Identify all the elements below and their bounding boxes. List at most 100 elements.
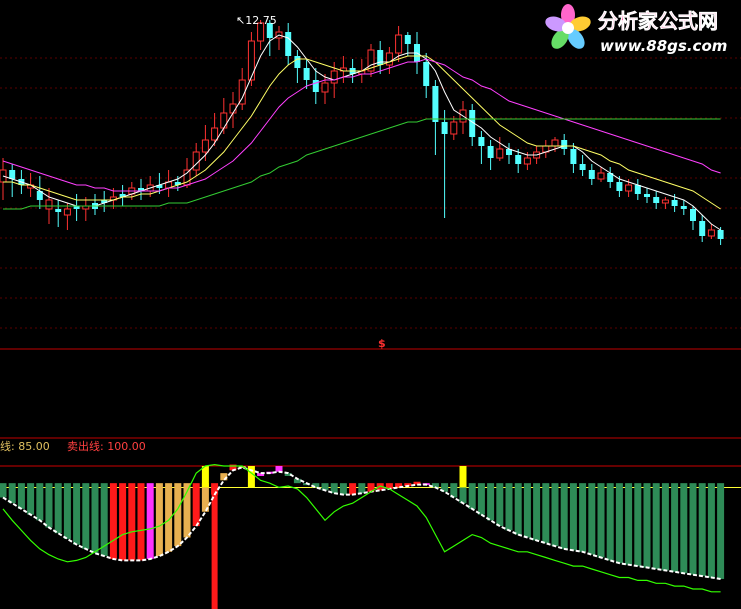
hist-bar-39 (358, 483, 366, 494)
hist-bar-58 (533, 483, 541, 541)
watermark-logo: 分析家公式网 www.88gs.com (545, 4, 727, 55)
candle-body-49 (450, 121, 458, 135)
candle-52 (478, 131, 485, 164)
watermark-url: www.88gs.com (600, 37, 727, 55)
candle-66 (607, 167, 614, 188)
candle-body-31 (285, 32, 292, 56)
hist-bar-55 (505, 483, 513, 531)
candle-body-60 (551, 139, 559, 147)
hist-bar-63 (579, 483, 587, 552)
ma-line-3 (3, 118, 721, 210)
candle-body-78 (717, 230, 724, 239)
peak-price-label: 12.75 (245, 14, 277, 27)
candle-body-64 (588, 170, 595, 179)
hist-bar-64 (588, 483, 596, 555)
peak-arrow-icon: ↖ (236, 14, 246, 27)
candle-55 (506, 143, 512, 164)
hist-bar-38 (349, 483, 357, 495)
hist-bar-35 (321, 483, 329, 491)
candle-48 (441, 110, 448, 218)
hist-bar-15 (137, 483, 145, 561)
candle-body-1 (9, 170, 16, 179)
hist-bar-14 (128, 483, 136, 561)
hist-bar-59 (542, 483, 550, 544)
candle-body-22 (201, 139, 209, 153)
candle-body-5 (45, 199, 53, 210)
candle-body-72 (661, 199, 669, 204)
candle-34 (312, 68, 319, 104)
hist-bar-5 (45, 483, 53, 528)
signal-bar-0 (201, 466, 209, 488)
hist-bar-60 (551, 483, 559, 547)
stock-chart (0, 20, 741, 609)
candle-18 (165, 170, 173, 197)
hist-bar-76 (698, 483, 706, 577)
hist-bar-51 (468, 483, 476, 509)
hist-bar-19 (174, 483, 182, 547)
hist-bar-7 (63, 483, 71, 539)
candle-59 (542, 140, 550, 158)
hist-bar-57 (523, 483, 531, 538)
hist-bar-56 (514, 483, 522, 535)
candle-33 (303, 59, 310, 89)
candle-51 (469, 104, 476, 146)
candle-53 (487, 140, 494, 170)
candle-31 (285, 23, 292, 65)
hist-bar-16 (146, 483, 154, 559)
candle-body-21 (192, 151, 200, 171)
hist-bar-10 (91, 483, 99, 554)
candle-body-7 (63, 208, 71, 216)
hist-bar-1 (8, 483, 16, 504)
candle-body-25 (229, 103, 237, 114)
candle-10 (92, 194, 98, 215)
hist-bar-53 (487, 483, 495, 521)
candle-64 (588, 164, 595, 185)
hist-bar-0 (0, 483, 7, 498)
candle-body-70 (644, 194, 650, 197)
candle-body-23 (211, 127, 219, 141)
candle-43 (395, 26, 403, 62)
sell-line-label: 卖出线: 100.00 (67, 440, 146, 453)
candle-13 (119, 185, 126, 206)
candle-72 (661, 197, 669, 209)
buy-line-label: 线: 85.00 (0, 440, 50, 453)
peak-price-annotation: ↖12.75 (236, 15, 277, 27)
candle-body-24 (220, 112, 228, 129)
candle-77 (707, 224, 715, 239)
hist-bar-17 (155, 483, 163, 557)
candle-0 (0, 158, 7, 200)
hist-bar-9 (82, 483, 90, 549)
hist-bar-74 (680, 483, 688, 574)
candle-body-48 (441, 122, 448, 134)
hist-bar-37 (339, 483, 347, 495)
hist-bar-65 (597, 483, 605, 558)
signal-bar-1 (247, 466, 255, 488)
candle-30 (275, 26, 283, 50)
candle-71 (653, 191, 660, 209)
hist-bar-2 (17, 483, 25, 509)
candle-69 (634, 179, 641, 200)
candle-body-69 (634, 185, 641, 194)
hist-bar-8 (73, 483, 81, 545)
candle-37 (339, 56, 347, 83)
hist-bar-69 (634, 483, 642, 567)
hist-bar-78 (717, 483, 725, 579)
candle-47 (432, 80, 439, 155)
candle-body-35 (321, 82, 329, 93)
candle-body-33 (303, 68, 310, 80)
candle-7 (63, 203, 71, 230)
candle-15 (138, 179, 144, 200)
candle-9 (82, 197, 90, 221)
candle-63 (579, 155, 586, 176)
candle-body-43 (395, 34, 403, 54)
candle-11 (101, 191, 108, 212)
candle-40 (367, 44, 375, 77)
candle-32 (294, 50, 301, 83)
hist-bar-61 (560, 483, 568, 549)
candle-body-36 (330, 70, 338, 84)
watermark-title: 分析家公式网 (598, 9, 718, 33)
candle-body-46 (423, 62, 430, 86)
candle-body-76 (699, 221, 706, 236)
candle-body-74 (680, 206, 687, 209)
hist-bar-62 (569, 483, 577, 551)
